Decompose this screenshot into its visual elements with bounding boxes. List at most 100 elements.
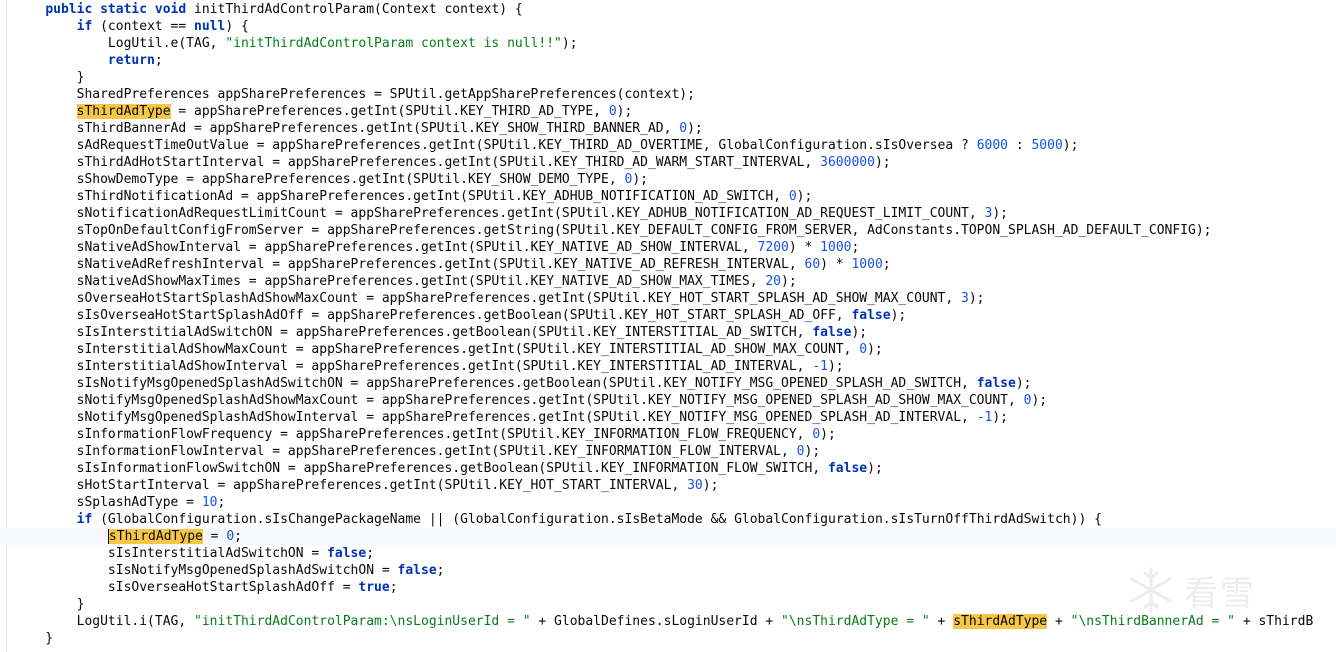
code-token: sAdRequestTimeOutValue = appSharePrefere… [14,138,977,153]
code-line[interactable]: } [0,630,1336,647]
code-line[interactable]: public static void initThirdAdControlPar… [0,1,1336,18]
number-token: 1000 [820,240,852,255]
code-token: ); [992,206,1008,221]
code-token: : [1008,138,1032,153]
keyword-token: if [76,19,93,34]
string-token: "initThirdAdControlParam:\nsLoginUserId … [194,614,531,629]
code-line[interactable]: sNotifyMsgOpenedSplashAdShowInterval = a… [0,409,1336,426]
code-token: ); [1015,376,1032,391]
code-token: ); [1031,393,1048,408]
keyword-token: false [976,376,1016,391]
code-token: ); [804,444,821,459]
code-token: sNotifyMsgOpenedSplashAdShowMaxCount = a… [14,393,1024,408]
code-line[interactable]: sShowDemoType = appSharePreferences.getI… [0,171,1336,188]
code-line[interactable]: sOverseaHotStartSplashAdShowMaxCount = a… [0,290,1336,307]
code-line[interactable]: if (GlobalConfiguration.sIsChangePackage… [0,511,1336,528]
code-token: sThirdBannerAd = appSharePreferences.get… [14,121,680,136]
code-token: } [14,70,85,85]
code-token: sInformationFlowInterval = appSharePrefe… [14,444,797,459]
code-line[interactable]: sNotificationAdRequestLimitCount = appSh… [0,205,1336,222]
number-token: -1 [812,359,828,374]
code-token: ; [436,563,445,578]
keyword-token: false [827,461,868,476]
code-token: = [202,529,227,544]
code-token: ); [1062,138,1079,153]
keyword-token: null [194,19,226,34]
number-token: -1 [976,410,993,425]
code-line[interactable]: sIsNotifyMsgOpenedSplashAdSwitchON = app… [0,375,1336,392]
code-token: sThirdAdHotStartInterval = appSharePrefe… [14,155,821,170]
code-line[interactable]: sAdRequestTimeOutValue = appSharePrefere… [0,137,1336,154]
keyword-token: false [851,308,891,323]
code-token: ); [992,410,1008,425]
code-token: ; [389,580,398,595]
code-token: ; [851,240,860,255]
number-token: 20 [765,274,782,289]
code-line[interactable]: sHotStartInterval = appSharePreferences.… [0,477,1336,494]
code-line[interactable]: sNotifyMsgOpenedSplashAdShowMaxCount = a… [0,392,1336,409]
code-token: sNotifyMsgOpenedSplashAdShowInterval = a… [14,410,977,425]
code-token: ) * [820,257,852,272]
number-token: 10 [201,495,218,510]
code-line[interactable]: sThirdBannerAd = appSharePreferences.get… [0,120,1336,137]
code-token: ); [687,121,703,136]
highlighted-identifier: sThirdAdType [107,529,203,544]
code-line[interactable]: sSplashAdType = 10; [0,494,1336,511]
code-token: ); [867,342,883,357]
code-line[interactable]: if (context == null) { [0,18,1336,35]
code-token: ); [616,104,633,119]
code-token: ; [154,53,163,68]
code-line[interactable]: sIsInformationFlowSwitchON = appSharePre… [0,460,1336,477]
code-editor[interactable]: public static void initThirdAdControlPar… [0,0,1336,652]
code-line[interactable]: SharedPreferences appSharePreferences = … [0,86,1336,103]
code-line[interactable]: } [0,69,1336,86]
code-line[interactable]: sThirdNotificationAd = appSharePreferenc… [0,188,1336,205]
number-token: 0 [859,342,868,357]
code-token: ) * [788,240,821,255]
number-token: 0 [788,189,797,204]
code-line[interactable]: sInformationFlowInterval = appSharePrefe… [0,443,1336,460]
code-line[interactable]: sIsOverseaHotStartSplashAdOff = appShare… [0,307,1336,324]
code-line[interactable]: LogUtil.e(TAG, "initThirdAdControlParam … [0,35,1336,52]
code-line[interactable]: sThirdAdHotStartInterval = appSharePrefe… [0,154,1336,171]
number-token: 7200 [757,240,789,255]
code-line[interactable]: sNativeAdShowMaxTimes = appSharePreferen… [0,273,1336,290]
code-token: ) { [225,19,249,34]
code-token: } [14,597,85,612]
number-token: 60 [804,257,821,272]
code-token: sNativeAdShowMaxTimes = appSharePreferen… [14,274,766,289]
code-token: ); [561,36,578,51]
code-line[interactable]: sInformationFlowFrequency = appSharePref… [0,426,1336,443]
string-token: "\nsThirdAdType = " [781,614,930,629]
highlighted-identifier: sThirdAdType [76,104,171,119]
code-line[interactable]: sThirdAdType = appSharePreferences.getIn… [0,103,1336,120]
number-token: 0 [812,427,821,442]
keyword-token: if [76,512,93,527]
code-token: sNativeAdShowInterval = appSharePreferen… [14,240,758,255]
code-token: ; [234,529,242,544]
code-token: LogUtil.i(TAG, [14,614,195,629]
watermark-text: 看雪 [1184,573,1256,614]
code-token: sIsNotifyMsgOpenedSplashAdSwitchON = app… [14,376,977,391]
code-line[interactable]: return; [0,52,1336,69]
code-line[interactable]: sInterstitialAdShowInterval = appSharePr… [0,358,1336,375]
number-token: 1000 [851,257,883,272]
code-token: sIsInterstitialAdSwitchON = [14,546,328,561]
code-token: (context == [92,19,195,34]
code-line[interactable]: sTopOnDefaultConfigFromServer = appShare… [0,222,1336,239]
code-line[interactable]: sInterstitialAdShowMaxCount = appSharePr… [0,341,1336,358]
code-token: sInterstitialAdShowMaxCount = appSharePr… [14,342,860,357]
code-token: + GlobalDefines.sLoginUserId + [530,614,782,629]
code-token: SharedPreferences appSharePreferences = … [14,87,695,102]
code-token: sTopOnDefaultConfigFromServer = appShare… [14,223,1212,238]
code-token: ); [632,172,648,187]
code-token: ); [827,359,844,374]
code-line[interactable]: sIsInterstitialAdSwitchON = appSharePref… [0,324,1336,341]
code-line[interactable]: sNativeAdShowInterval = appSharePreferen… [0,239,1336,256]
code-line[interactable]: sNativeAdRefreshInterval = appSharePrefe… [0,256,1336,273]
code-token: ); [851,325,868,340]
code-token: initThirdAdControlParam(Context context)… [194,2,523,17]
code-line[interactable]: sThirdAdType = 0; [0,528,1336,545]
